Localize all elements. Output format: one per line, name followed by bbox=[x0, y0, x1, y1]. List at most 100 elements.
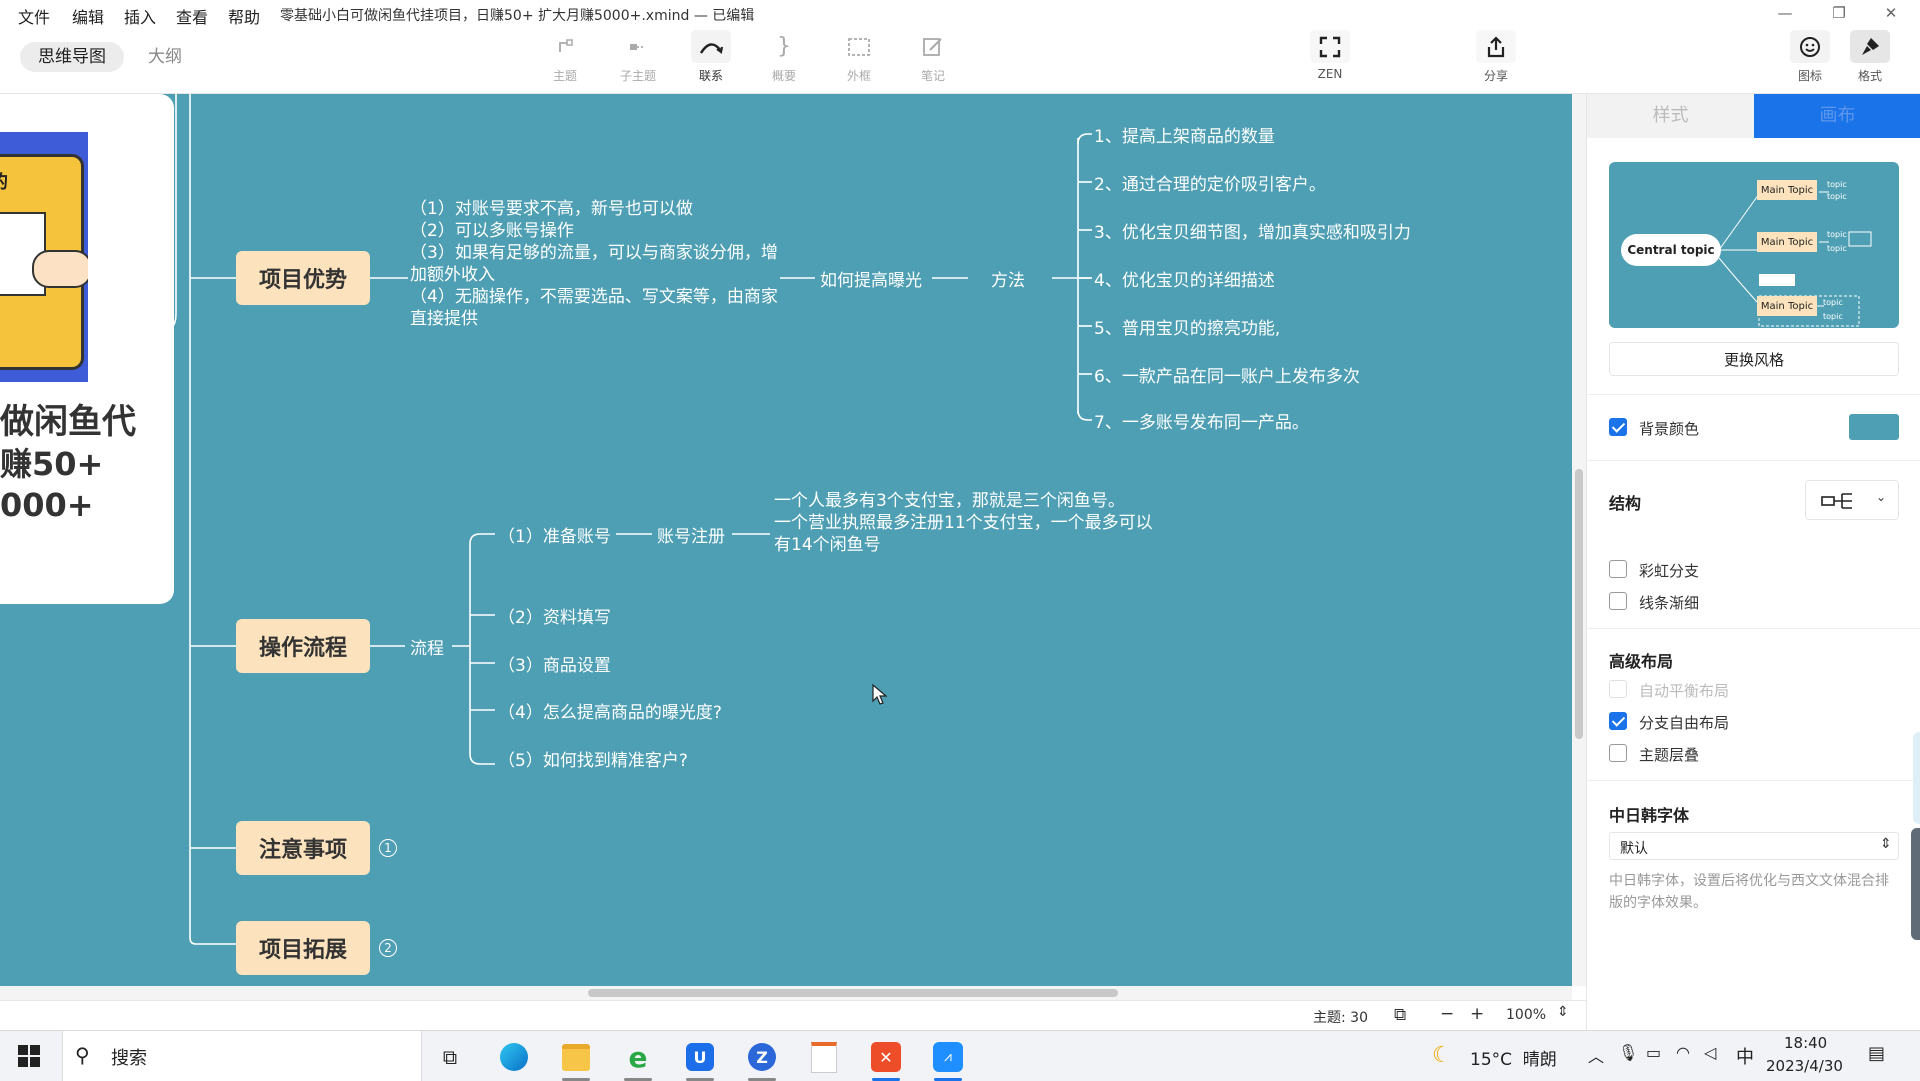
horizontal-scroll-thumb[interactable] bbox=[588, 989, 1118, 997]
theme-preview[interactable]: Central topic Main Topic Main Topic Main… bbox=[1609, 162, 1899, 328]
background-color-swatch[interactable] bbox=[1849, 414, 1899, 440]
menu-insert[interactable]: 插入 bbox=[124, 4, 156, 28]
collapsed-count-badge[interactable]: 2 bbox=[379, 939, 397, 957]
tab-style[interactable]: 样式 bbox=[1587, 94, 1754, 138]
mindmap-canvas[interactable]: 的 做闲鱼代 赚50+ 000+ 项目优势 操作流程 注意事项 项目拓展 1 2… bbox=[0, 94, 1572, 986]
format-panel-button[interactable]: 格式 bbox=[1840, 27, 1900, 93]
chevron-down-icon: ⌄ bbox=[1876, 490, 1887, 504]
poster-image-card[interactable]: 的 做闲鱼代 赚50+ 000+ bbox=[0, 94, 174, 604]
boundary-button[interactable]: 外框 bbox=[829, 27, 889, 93]
method-item[interactable]: 7、一多账号发布同一产品。 bbox=[1094, 408, 1309, 433]
advantages-list[interactable]: （1）对账号要求不高，新号也可以做 （2）可以多账号操作 （3）如果有足够的流量… bbox=[410, 198, 780, 330]
vertical-scrollbar[interactable] bbox=[1572, 94, 1586, 986]
method-item[interactable]: 2、通过合理的定价吸引客户。 bbox=[1094, 170, 1326, 195]
cjk-font-select[interactable]: 默认 ⇕ bbox=[1609, 832, 1899, 860]
minimize-icon[interactable]: — bbox=[1762, 0, 1808, 26]
method-item[interactable]: 5、普用宝贝的擦亮功能, bbox=[1094, 314, 1280, 339]
topic-count: 主题: 30 bbox=[1313, 1010, 1368, 1026]
structure-dropdown[interactable]: ⌄ bbox=[1805, 480, 1899, 520]
horizontal-scrollbar[interactable] bbox=[0, 986, 1572, 1000]
app-blue-icon[interactable]: U bbox=[680, 1039, 720, 1081]
main-topic-process[interactable]: 操作流程 bbox=[236, 619, 370, 673]
free-layout-label: 分支自由布局 bbox=[1639, 714, 1730, 732]
main-topic-advantages[interactable]: 项目优势 bbox=[236, 251, 370, 305]
share-button[interactable]: 分享 bbox=[1466, 27, 1526, 93]
cjk-font-heading: 中日韩字体 bbox=[1609, 806, 1690, 825]
subtopic-button[interactable]: 子主题 bbox=[608, 27, 668, 93]
rainbow-branch-checkbox[interactable] bbox=[1609, 560, 1627, 578]
ime-indicator[interactable]: 中 bbox=[1736, 1043, 1754, 1069]
summary-button[interactable]: } 概要 bbox=[754, 27, 814, 93]
note-button[interactable]: 笔记 bbox=[903, 27, 963, 93]
method-item[interactable]: 3、优化宝贝细节图，增加真实感和吸引力 bbox=[1094, 218, 1411, 243]
zoom-stepper-icon[interactable]: ⇕ bbox=[1557, 1004, 1569, 1020]
method-item[interactable]: 1、提高上架商品的数量 bbox=[1094, 122, 1275, 147]
file-explorer-icon[interactable] bbox=[556, 1039, 596, 1081]
side-drawer-handle[interactable] bbox=[1913, 732, 1920, 824]
free-layout-checkbox[interactable] bbox=[1609, 712, 1627, 730]
relationship-button[interactable]: 联系 bbox=[681, 27, 741, 93]
step-item[interactable]: （4）怎么提高商品的曝光度? bbox=[498, 698, 722, 723]
change-style-button[interactable]: 更换风格 bbox=[1609, 342, 1899, 376]
notification-icon[interactable]: ▤ bbox=[1868, 1043, 1885, 1064]
ie-browser-icon[interactable]: e bbox=[618, 1039, 658, 1081]
close-icon[interactable]: ✕ bbox=[1868, 0, 1914, 26]
zoom-in-icon[interactable]: + bbox=[1470, 1004, 1484, 1024]
subtopic-label: 子主题 bbox=[619, 69, 656, 83]
xmind-app-icon[interactable]: ⩘ bbox=[928, 1039, 968, 1081]
app-z-icon[interactable]: Z bbox=[742, 1039, 782, 1081]
menu-help[interactable]: 帮助 bbox=[228, 4, 260, 28]
menu-view[interactable]: 查看 bbox=[176, 4, 208, 28]
step-item[interactable]: （3）商品设置 bbox=[498, 651, 611, 676]
cjk-font-value: 默认 bbox=[1620, 841, 1648, 857]
step-item[interactable]: （1）准备账号 bbox=[498, 522, 611, 547]
poster-graphic: 的 bbox=[0, 132, 88, 382]
background-color-checkbox[interactable] bbox=[1609, 418, 1627, 436]
app-slides-icon[interactable] bbox=[804, 1039, 844, 1075]
side-drawer-handle[interactable] bbox=[1911, 828, 1920, 940]
wifi-icon[interactable]: ◠ bbox=[1676, 1043, 1690, 1062]
volume-icon[interactable]: ◁ bbox=[1704, 1043, 1716, 1062]
smiley-icon bbox=[1790, 30, 1830, 63]
node-method[interactable]: 方法 bbox=[991, 266, 1025, 291]
clock-time[interactable]: 18:40 bbox=[1784, 1034, 1827, 1052]
tapered-lines-checkbox[interactable] bbox=[1609, 592, 1627, 610]
main-topic-notes[interactable]: 注意事项 bbox=[236, 821, 370, 875]
zen-button[interactable]: ZEN bbox=[1300, 27, 1360, 93]
format-label: 格式 bbox=[1857, 69, 1882, 83]
map-view-icon[interactable]: ⧉ bbox=[1394, 1005, 1406, 1025]
step-item[interactable]: （5）如何找到精准客户? bbox=[498, 746, 688, 771]
taskbar-search-box[interactable]: ⚲ 搜索 bbox=[62, 1031, 422, 1081]
icons-panel-button[interactable]: 图标 bbox=[1780, 27, 1840, 93]
clock-date[interactable]: 2023/4/30 bbox=[1766, 1057, 1843, 1075]
edge-browser-icon[interactable] bbox=[494, 1039, 534, 1075]
restore-icon[interactable]: ❐ bbox=[1816, 0, 1862, 26]
battery-icon[interactable]: ▭ bbox=[1646, 1043, 1661, 1062]
menu-file[interactable]: 文件 bbox=[18, 4, 50, 28]
chevron-up-icon[interactable]: ︿ bbox=[1588, 1043, 1604, 1067]
method-item[interactable]: 4、优化宝贝的详细描述 bbox=[1094, 266, 1275, 291]
tab-canvas[interactable]: 画布 bbox=[1754, 94, 1920, 138]
background-color-label: 背景颜色 bbox=[1639, 420, 1700, 438]
node-flow[interactable]: 流程 bbox=[410, 634, 444, 659]
zoom-out-icon[interactable]: − bbox=[1440, 1004, 1454, 1024]
topic-button[interactable]: 主题 bbox=[535, 27, 595, 93]
registration-note[interactable]: 一个人最多有3个支付宝，那就是三个闲鱼号。 一个营业执照最多注册11个支付宝，一… bbox=[774, 490, 1160, 556]
xmind-x-icon[interactable]: ✕ bbox=[866, 1039, 906, 1081]
zoom-level[interactable]: 100% bbox=[1506, 1007, 1546, 1023]
node-how-to-increase-exposure[interactable]: 如何提高曝光 bbox=[820, 266, 922, 291]
tab-outline[interactable]: 大纲 bbox=[130, 42, 200, 72]
collapsed-count-badge[interactable]: 1 bbox=[379, 839, 397, 857]
microphone-icon[interactable]: 🎙 bbox=[1618, 1043, 1638, 1062]
weather-text[interactable]: 15°C 晴朗 bbox=[1470, 1045, 1557, 1070]
vertical-scroll-thumb[interactable] bbox=[1575, 469, 1583, 739]
node-account-registration[interactable]: 账号注册 bbox=[657, 522, 725, 547]
task-view-icon[interactable]: ⧉ bbox=[430, 1039, 470, 1075]
method-item[interactable]: 6、一款产品在同一账户上发布多次 bbox=[1094, 362, 1360, 387]
main-topic-expansion[interactable]: 项目拓展 bbox=[236, 921, 370, 975]
step-item[interactable]: （2）资料填写 bbox=[498, 603, 611, 628]
windows-start-icon[interactable] bbox=[18, 1045, 40, 1071]
menu-edit[interactable]: 编辑 bbox=[72, 4, 104, 28]
topic-overlap-checkbox[interactable] bbox=[1609, 744, 1627, 762]
tab-mindmap[interactable]: 思维导图 bbox=[20, 42, 124, 72]
